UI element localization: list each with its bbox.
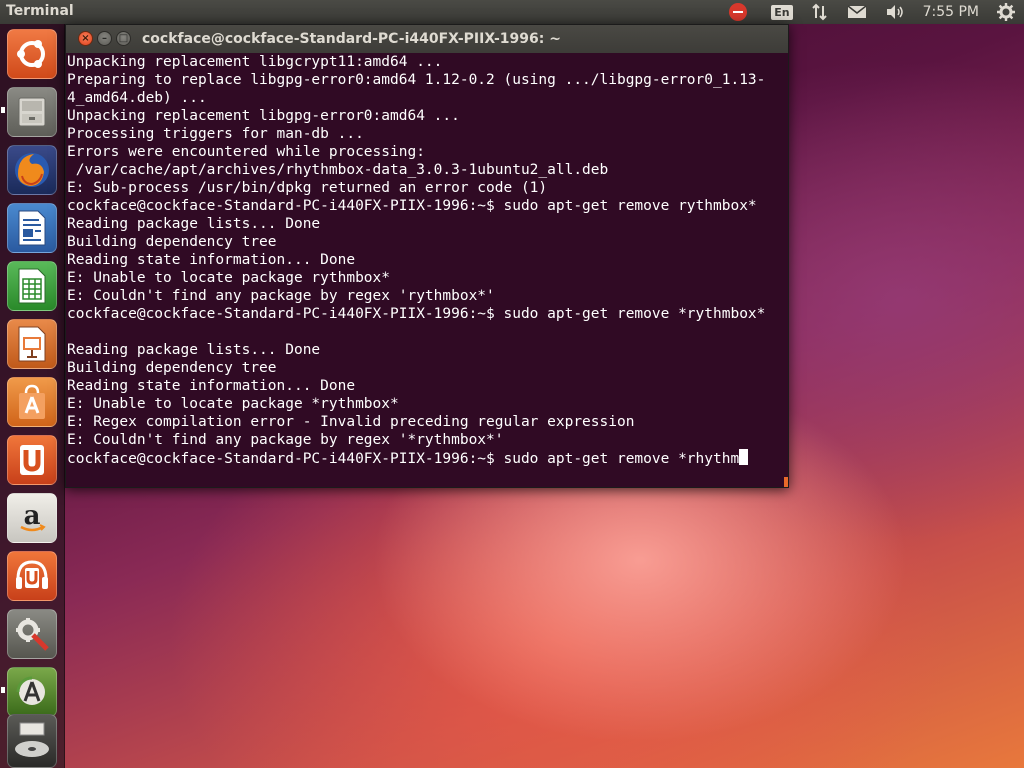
amazon-icon: a — [20, 501, 46, 532]
indicator-keyboard[interactable]: En — [771, 4, 793, 20]
terminal-output: Unpacking replacement libgcrypt11:amd64 … — [66, 53, 788, 467]
maximize-button[interactable]: □ — [116, 31, 131, 46]
launcher-item-writer[interactable] — [7, 203, 57, 253]
terminal-line: E: Couldn't find any package by regex '*… — [67, 432, 504, 448]
terminal-line: Reading package lists... Done — [67, 342, 321, 358]
window-title: cockface@cockface-Standard-PC-i440FX-PII… — [142, 31, 561, 47]
minimize-icon: – — [102, 33, 107, 44]
launcher-item-impress[interactable] — [7, 319, 57, 369]
updater-icon — [16, 676, 45, 705]
launcher-item-firefox[interactable] — [7, 145, 57, 195]
launcher-item-software-updater[interactable] — [7, 667, 57, 717]
launcher-item-files[interactable] — [7, 87, 57, 137]
launcher-item-calc[interactable] — [7, 261, 57, 311]
indicator-session[interactable] — [997, 3, 1015, 21]
clock-label: 7:55 PM — [922, 4, 979, 20]
launcher-item-ubuntu-one-music[interactable] — [7, 551, 57, 601]
indicator-stop[interactable] — [729, 3, 753, 21]
dvd-icon — [15, 722, 49, 757]
terminal-line: Unpacking replacement libgcrypt11:amd64 … — [67, 54, 443, 70]
launcher-item-system-settings[interactable] — [7, 609, 57, 659]
indicator-network[interactable] — [811, 3, 829, 21]
indicator-clock[interactable]: 7:55 PM — [923, 4, 979, 20]
indicator-sound[interactable] — [885, 4, 905, 20]
running-indicator — [1, 687, 5, 693]
terminal-line: Reading state information... Done — [67, 378, 356, 394]
terminal-line: Building dependency tree — [67, 360, 277, 376]
ubuntu-logo-icon — [17, 40, 45, 68]
terminal-line: Unpacking replacement libgpg-error0:amd6… — [67, 108, 460, 124]
launcher-item-software-center[interactable] — [7, 377, 57, 427]
close-icon: × — [81, 33, 90, 44]
terminal-line: E: Regex compilation error - Invalid pre… — [67, 414, 635, 430]
calc-spreadsheet-icon — [18, 268, 46, 304]
keyboard-language-label: En — [771, 4, 793, 20]
terminal-window[interactable]: × – □ cockface@cockface-Standard-PC-i440… — [65, 24, 789, 488]
terminal-body[interactable]: Unpacking replacement libgcrypt11:amd64 … — [66, 53, 788, 487]
terminal-line: Reading package lists... Done — [67, 216, 321, 232]
network-arrows-icon — [811, 3, 827, 21]
active-app-title: Terminal — [6, 3, 74, 19]
terminal-line: E: Unable to locate package *rythmbox* — [67, 396, 399, 412]
close-button[interactable]: × — [78, 31, 93, 46]
music-headphones-icon — [16, 560, 48, 589]
text-cursor — [739, 449, 749, 465]
terminal-line: 4_amd64.deb) ... — [67, 90, 207, 106]
shopping-bag-icon — [19, 384, 45, 419]
firefox-icon — [15, 153, 49, 187]
scrollbar-thumb[interactable] — [784, 477, 788, 487]
gear-icon — [997, 3, 1015, 21]
terminal-line: Building dependency tree — [67, 234, 277, 250]
no-entry-icon — [729, 3, 748, 21]
terminal-line: Reading state information... Done — [67, 252, 356, 268]
terminal-line: cockface@cockface-Standard-PC-i440FX-PII… — [67, 306, 766, 322]
terminal-line: Preparing to replace libgpg-error0:amd64… — [67, 72, 766, 88]
running-indicator — [1, 107, 5, 113]
writer-document-icon — [18, 210, 46, 246]
settings-wrench-icon — [16, 618, 49, 651]
terminal-line: E: Unable to locate package rythmbox* — [67, 270, 391, 286]
maximize-icon: □ — [118, 33, 129, 44]
top-panel: Terminal En 7:55 PM — [0, 0, 1024, 24]
terminal-line: E: Sub-process /usr/bin/dpkg returned an… — [67, 180, 548, 196]
terminal-line: Processing triggers for man-db ... — [67, 126, 364, 142]
window-titlebar[interactable]: × – □ cockface@cockface-Standard-PC-i440… — [66, 25, 788, 53]
indicator-messages[interactable] — [847, 4, 867, 20]
launcher: a — [0, 24, 65, 768]
speaker-volume-icon — [886, 5, 903, 19]
terminal-prompt-line[interactable]: cockface@cockface-Standard-PC-i440FX-PII… — [67, 449, 788, 467]
ubuntu-one-icon — [20, 445, 44, 475]
launcher-item-dvd[interactable] — [7, 714, 57, 768]
minimize-button[interactable]: – — [97, 31, 112, 46]
file-cabinet-icon — [18, 97, 46, 127]
impress-presentation-icon — [18, 326, 46, 362]
terminal-line: Errors were encountered while processing… — [67, 144, 425, 160]
launcher-item-ubuntu-one[interactable] — [7, 435, 57, 485]
terminal-line: /var/cache/apt/archives/rhythmbox-data_3… — [67, 162, 609, 178]
envelope-icon — [847, 5, 867, 18]
launcher-item-amazon[interactable]: a — [7, 493, 57, 543]
terminal-line: cockface@cockface-Standard-PC-i440FX-PII… — [67, 198, 757, 214]
svg-text:a: a — [24, 501, 41, 531]
launcher-item-ubuntu-dash[interactable] — [7, 29, 57, 79]
terminal-line: E: Couldn't find any package by regex 'r… — [67, 288, 495, 304]
prompt-text: cockface@cockface-Standard-PC-i440FX-PII… — [67, 451, 740, 467]
indicator-area: En 7:55 PM — [720, 0, 1024, 24]
